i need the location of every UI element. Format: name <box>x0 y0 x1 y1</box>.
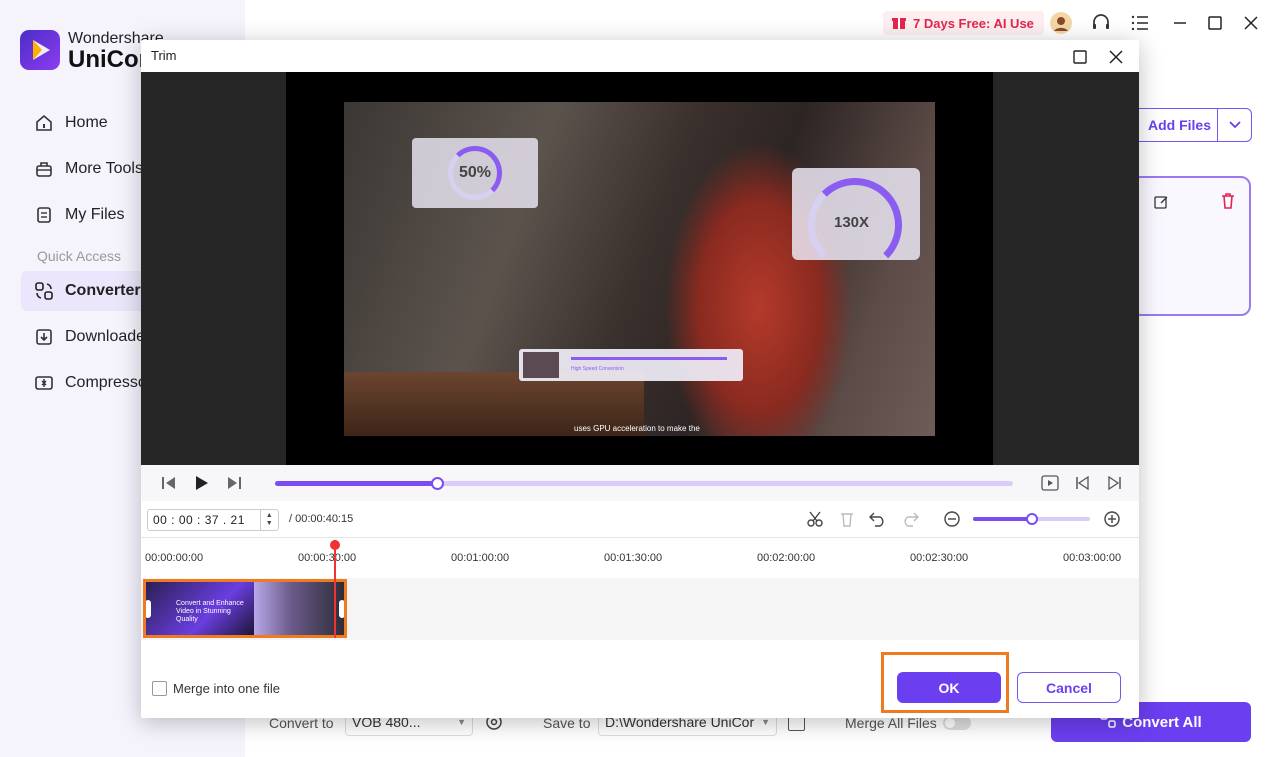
clip-trim-handle-right[interactable] <box>339 600 344 618</box>
edit-icon[interactable] <box>1153 194 1169 213</box>
current-time-input[interactable]: 00 : 00 : 37 . 21 ▲ ▼ <box>147 509 279 531</box>
playback-progress-bar[interactable] <box>275 477 1013 490</box>
support-icon[interactable] <box>1089 11 1113 35</box>
merge-checkbox[interactable] <box>152 681 167 696</box>
merge-label: Merge into one file <box>173 681 280 696</box>
time-stepper[interactable]: ▲ ▼ <box>260 510 278 530</box>
add-files-button[interactable]: Add Files <box>1131 108 1252 142</box>
promo-text: 7 Days Free: AI Use <box>913 15 1034 31</box>
home-icon <box>33 112 55 134</box>
next-frame-icon[interactable] <box>225 474 243 492</box>
file-card[interactable] <box>1131 176 1251 316</box>
file-icon <box>33 204 55 226</box>
ruler-tick: 00:03:00:00 <box>1063 552 1122 564</box>
undo-icon[interactable] <box>869 510 887 528</box>
merge-all-toggle[interactable] <box>943 716 971 730</box>
gift-icon <box>891 14 907 33</box>
ok-button[interactable]: OK <box>897 672 1001 703</box>
zoom-in-icon[interactable] <box>1103 510 1121 528</box>
avatar[interactable] <box>1049 11 1073 35</box>
zoom-fill <box>973 517 1032 521</box>
close-icon[interactable] <box>1239 11 1263 35</box>
overlay-speed: 130X <box>834 214 870 231</box>
progress-handle[interactable] <box>431 477 445 490</box>
zoom-handle[interactable] <box>1025 513 1038 525</box>
dialog-title: Trim <box>151 48 177 63</box>
cancel-button[interactable]: Cancel <box>1017 672 1121 703</box>
timeline-ruler[interactable]: 00:00:00:00 00:00:30:00 00:01:00:00 00:0… <box>141 537 1139 577</box>
zoom-slider[interactable] <box>973 513 1090 525</box>
delete-icon[interactable] <box>1220 192 1236 213</box>
compress-icon <box>33 372 55 394</box>
timeline-playhead[interactable] <box>330 540 340 638</box>
video-subtitle: uses GPU acceleration to make the <box>574 424 700 433</box>
merge-option[interactable]: Merge into one file <box>152 681 280 696</box>
prev-frame-icon[interactable] <box>160 474 178 492</box>
overlay-percent: 50% <box>459 164 492 181</box>
sidebar-item-label: My Files <box>65 206 125 223</box>
jump-end-icon[interactable] <box>1106 474 1124 492</box>
clip-trim-handle-left[interactable] <box>146 600 151 618</box>
scissors-icon[interactable] <box>806 510 824 528</box>
trim-dialog: Trim 50% 130X High Speed Conversion uses… <box>141 40 1139 718</box>
download-icon <box>33 326 55 348</box>
play-icon[interactable] <box>193 474 211 492</box>
toolbox-icon <box>33 158 55 180</box>
zoom-out-icon[interactable] <box>943 510 961 528</box>
overlay-thumbnail <box>523 352 559 378</box>
ruler-tick: 00:01:00:00 <box>451 552 510 564</box>
chevron-down-icon[interactable] <box>1217 109 1251 141</box>
converter-icon <box>33 280 55 302</box>
caret-down-icon: ▼ <box>457 717 466 727</box>
clip-thumbnail-text: Convert and Enhance Video in Stunning Qu… <box>176 600 244 623</box>
delete-segment-icon[interactable] <box>838 510 856 528</box>
sidebar-item-label: More Tools <box>65 160 143 177</box>
preview-window-icon[interactable] <box>1041 474 1059 492</box>
dialog-maximize-icon[interactable] <box>1071 48 1089 66</box>
video-scene: 50% 130X High Speed Conversion uses GPU … <box>344 102 935 436</box>
quick-access-label: Quick Access <box>37 248 122 264</box>
redo-icon[interactable] <box>901 510 919 528</box>
total-duration: / 00:00:40:15 <box>289 513 354 525</box>
app-window: Wondershare UniCon Home More Tools My Fi… <box>0 0 1274 757</box>
jump-start-icon[interactable] <box>1073 474 1091 492</box>
menu-icon[interactable] <box>1128 11 1152 35</box>
video-clip[interactable]: Convert and Enhance Video in Stunning Qu… <box>143 579 347 638</box>
ruler-tick: 00:02:30:00 <box>910 552 969 564</box>
promo-badge[interactable]: 7 Days Free: AI Use <box>883 11 1044 35</box>
sidebar-item-label: Converter <box>65 282 141 299</box>
overlay-speed-card: 130X <box>792 168 920 272</box>
sidebar-item-label: Downloade <box>65 328 146 345</box>
app-logo <box>20 30 60 70</box>
ruler-tick: 00:00:00:00 <box>145 552 204 564</box>
timeline-track[interactable]: Convert and Enhance Video in Stunning Qu… <box>141 578 1139 640</box>
chevron-down-icon[interactable]: ▼ <box>266 520 273 528</box>
maximize-icon[interactable] <box>1203 11 1227 35</box>
minimize-icon[interactable] <box>1168 11 1192 35</box>
time-toolbar: 00 : 00 : 37 . 21 ▲ ▼ / 00:00:40:15 <box>141 501 1139 537</box>
chevron-up-icon[interactable]: ▲ <box>266 512 273 520</box>
overlay-caption: High Speed Conversion <box>571 366 624 372</box>
video-preview[interactable]: 50% 130X High Speed Conversion uses GPU … <box>141 72 1139 465</box>
current-time-value: 00 : 00 : 37 . 21 <box>153 513 245 527</box>
dialog-close-icon[interactable] <box>1107 48 1125 66</box>
overlay-progress-card: 50% <box>412 138 538 208</box>
overlay-conversion-card: High Speed Conversion <box>519 349 743 381</box>
progress-fill <box>275 481 438 486</box>
sidebar-item-label: Compresso <box>65 374 147 391</box>
ruler-tick: 00:02:00:00 <box>757 552 816 564</box>
overlay-bar <box>571 357 727 360</box>
sidebar-item-label: Home <box>65 114 108 131</box>
ruler-tick: 00:00:30:00 <box>298 552 357 564</box>
caret-down-icon: ▼ <box>761 717 770 727</box>
playback-controls <box>141 465 1139 501</box>
add-files-label: Add Files <box>1147 117 1211 133</box>
ruler-tick: 00:01:30:00 <box>604 552 663 564</box>
